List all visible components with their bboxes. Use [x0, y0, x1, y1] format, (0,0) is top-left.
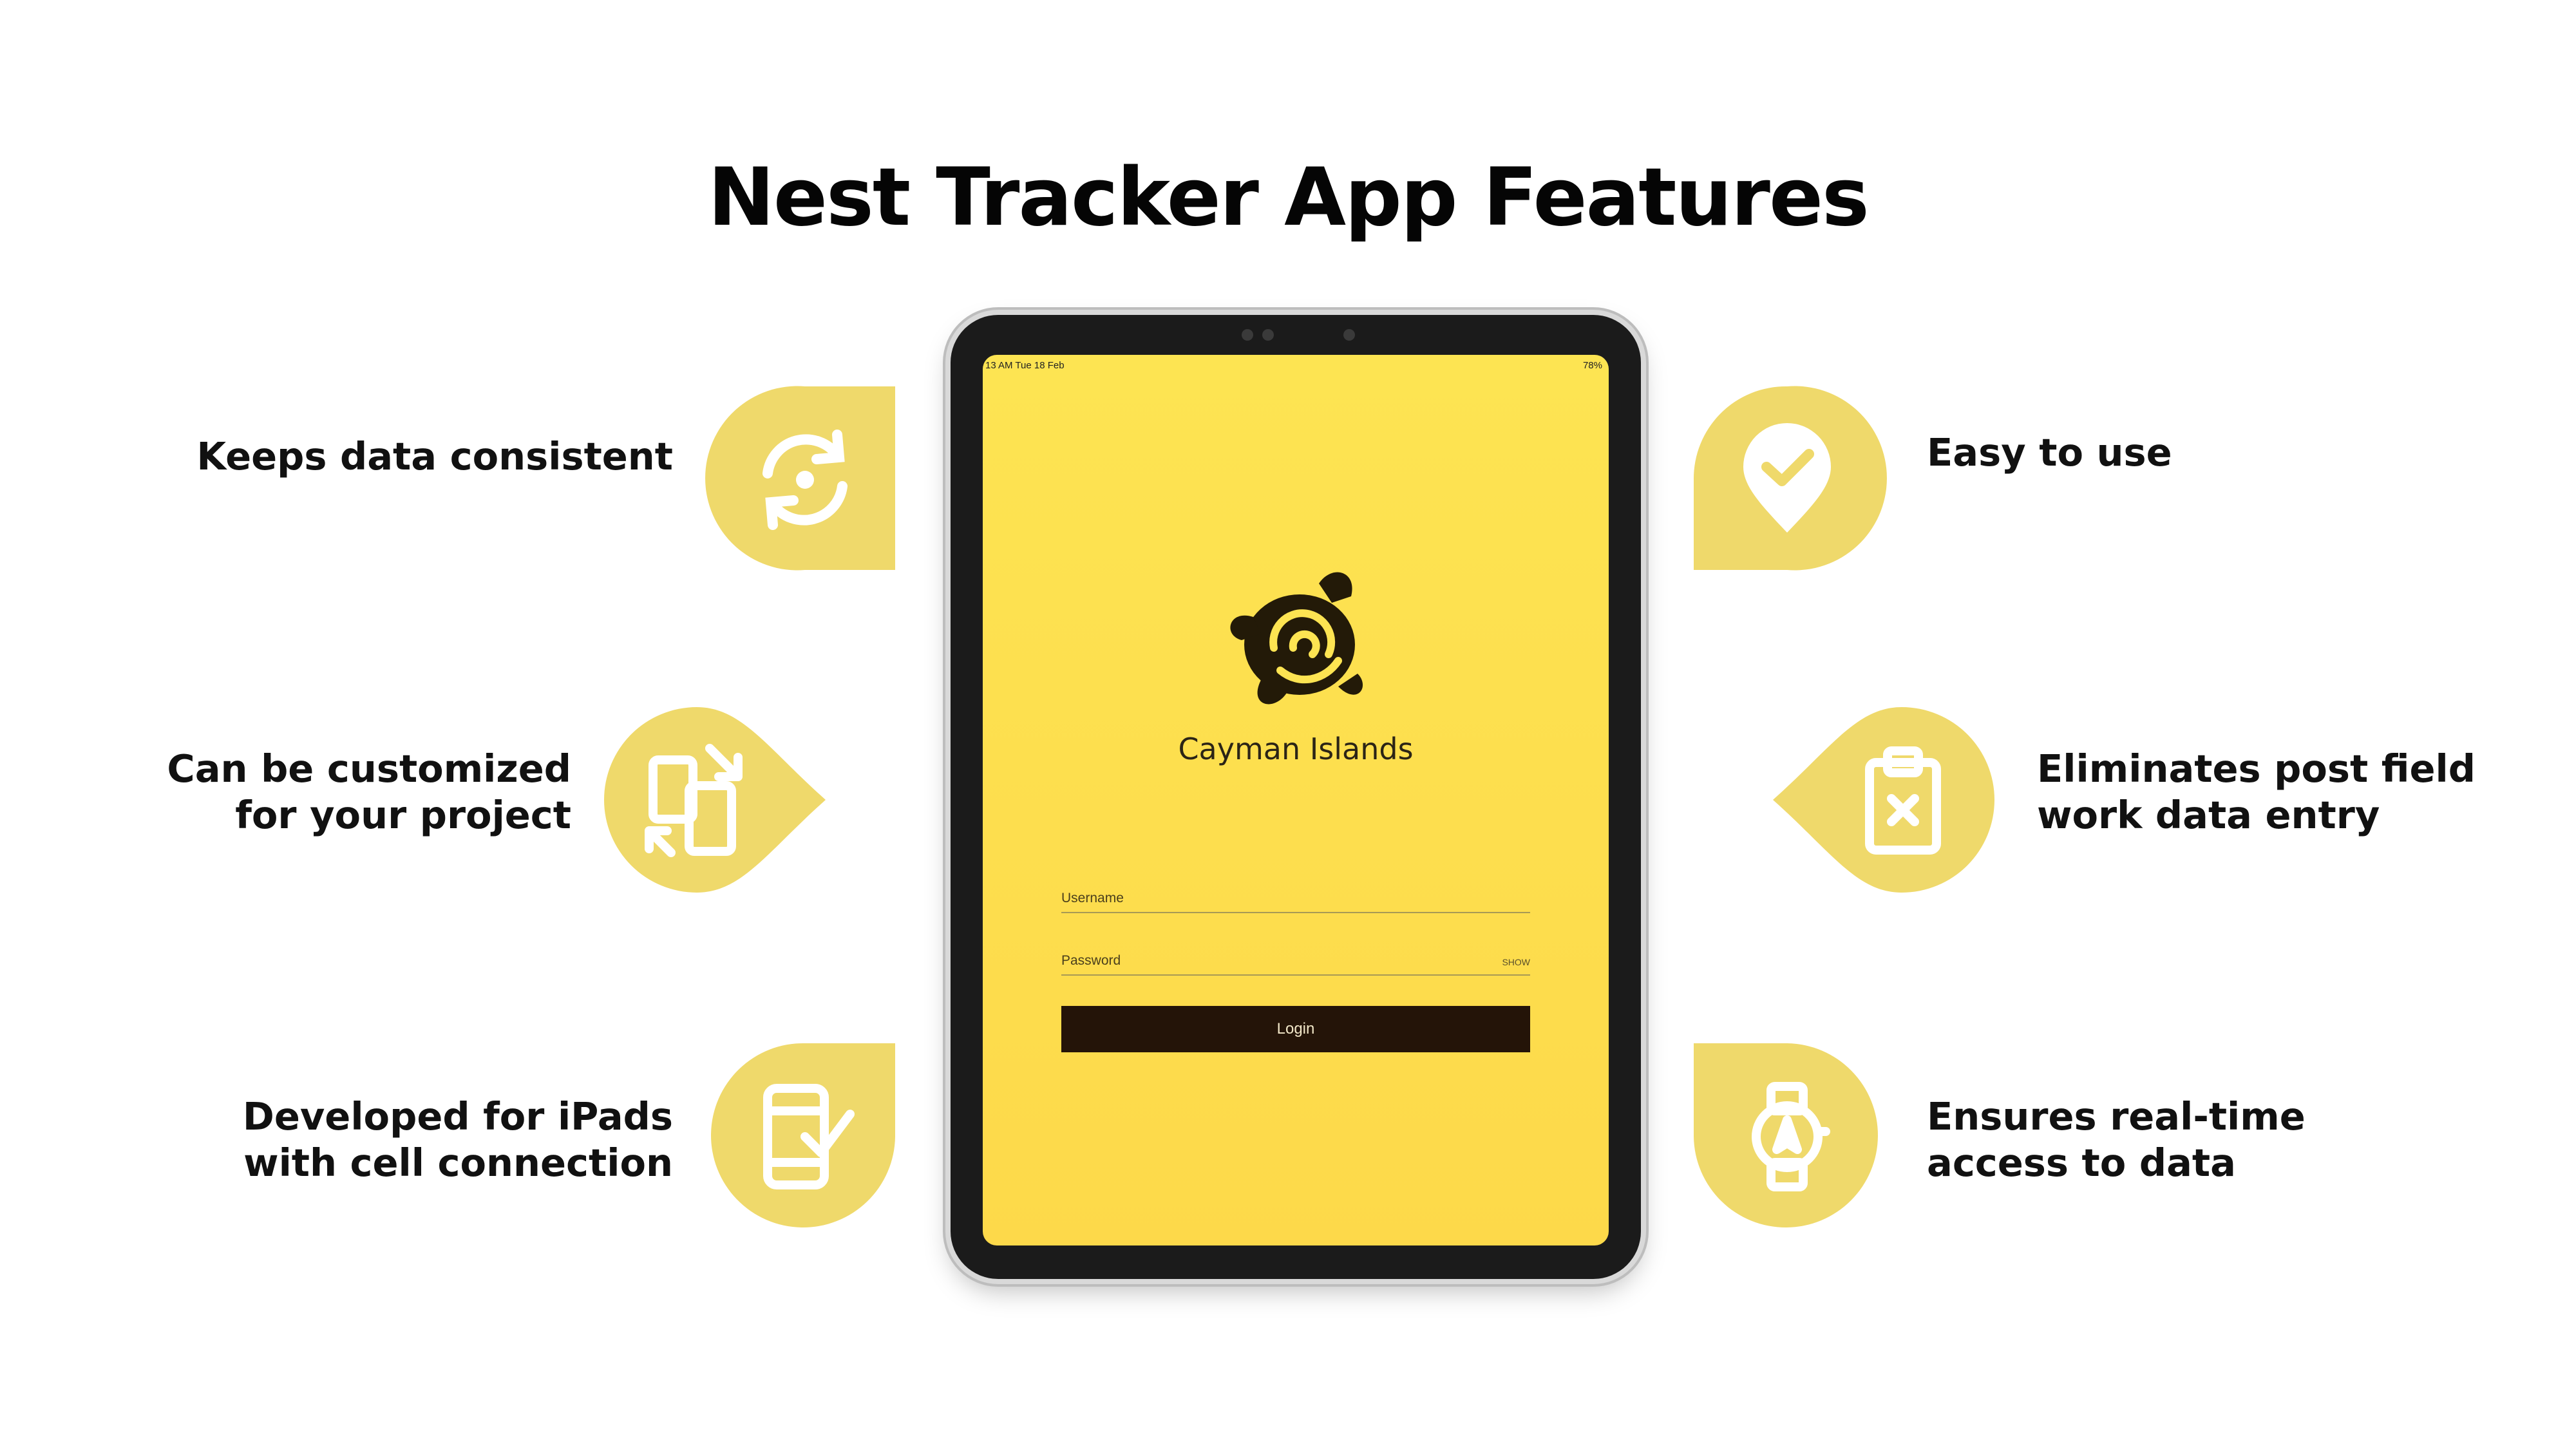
- camera-dot: [1242, 329, 1253, 341]
- feature-line: Can be customized: [167, 746, 571, 791]
- feature-line: with cell connection: [243, 1141, 673, 1185]
- feature-badge-customized: [600, 703, 832, 896]
- feature-line: Eliminates post field: [2037, 746, 2476, 791]
- feature-text-ipads: Developed for iPads with cell connection: [243, 1094, 673, 1186]
- feature-text-eliminates: Eliminates post field work data entry: [2037, 746, 2476, 838]
- feature-line: Easy to use: [1927, 430, 2172, 475]
- feature-text-easy: Easy to use: [1927, 430, 2172, 476]
- feature-line: Developed for iPads: [242, 1094, 673, 1139]
- page-title: Nest Tracker App Features: [708, 151, 1870, 244]
- password-label: Password: [1061, 953, 1121, 968]
- feature-line: Ensures real-time: [1927, 1094, 2306, 1139]
- feature-badge-easy: [1690, 383, 1887, 576]
- feature-badge-data-consistent: [705, 383, 902, 576]
- status-time: 13 AM Tue 18 Feb: [985, 360, 1065, 371]
- feature-badge-ipads: [708, 1040, 902, 1233]
- feature-line: Keeps data consistent: [196, 434, 673, 478]
- username-input[interactable]: [1061, 912, 1530, 913]
- app-screen: 13 AM Tue 18 Feb 78% Cayman Islands User…: [983, 355, 1609, 1245]
- island-name: Cayman Islands: [1178, 732, 1414, 766]
- feature-badge-realtime: [1690, 1040, 1884, 1233]
- feature-line: access to data: [1927, 1141, 2236, 1185]
- camera-dot: [1262, 329, 1274, 341]
- feature-line: work data entry: [2037, 793, 2380, 837]
- feature-line: for your project: [235, 793, 571, 837]
- login-button[interactable]: Login: [1061, 1006, 1530, 1052]
- feature-text-customized: Can be customized for your project: [167, 746, 571, 838]
- password-input[interactable]: [1061, 974, 1530, 976]
- show-password-toggle[interactable]: SHOW: [1502, 957, 1530, 967]
- username-label: Username: [1061, 891, 1124, 905]
- turtle-logo-icon: [1230, 572, 1363, 705]
- feature-text-data-consistent: Keeps data consistent: [196, 433, 673, 480]
- camera-dot: [1343, 329, 1355, 341]
- status-battery: 78%: [1582, 360, 1602, 371]
- tablet-device: 13 AM Tue 18 Feb 78% Cayman Islands User…: [951, 315, 1641, 1279]
- feature-badge-eliminates: [1766, 703, 1998, 896]
- feature-text-realtime: Ensures real-time access to data: [1927, 1094, 2306, 1186]
